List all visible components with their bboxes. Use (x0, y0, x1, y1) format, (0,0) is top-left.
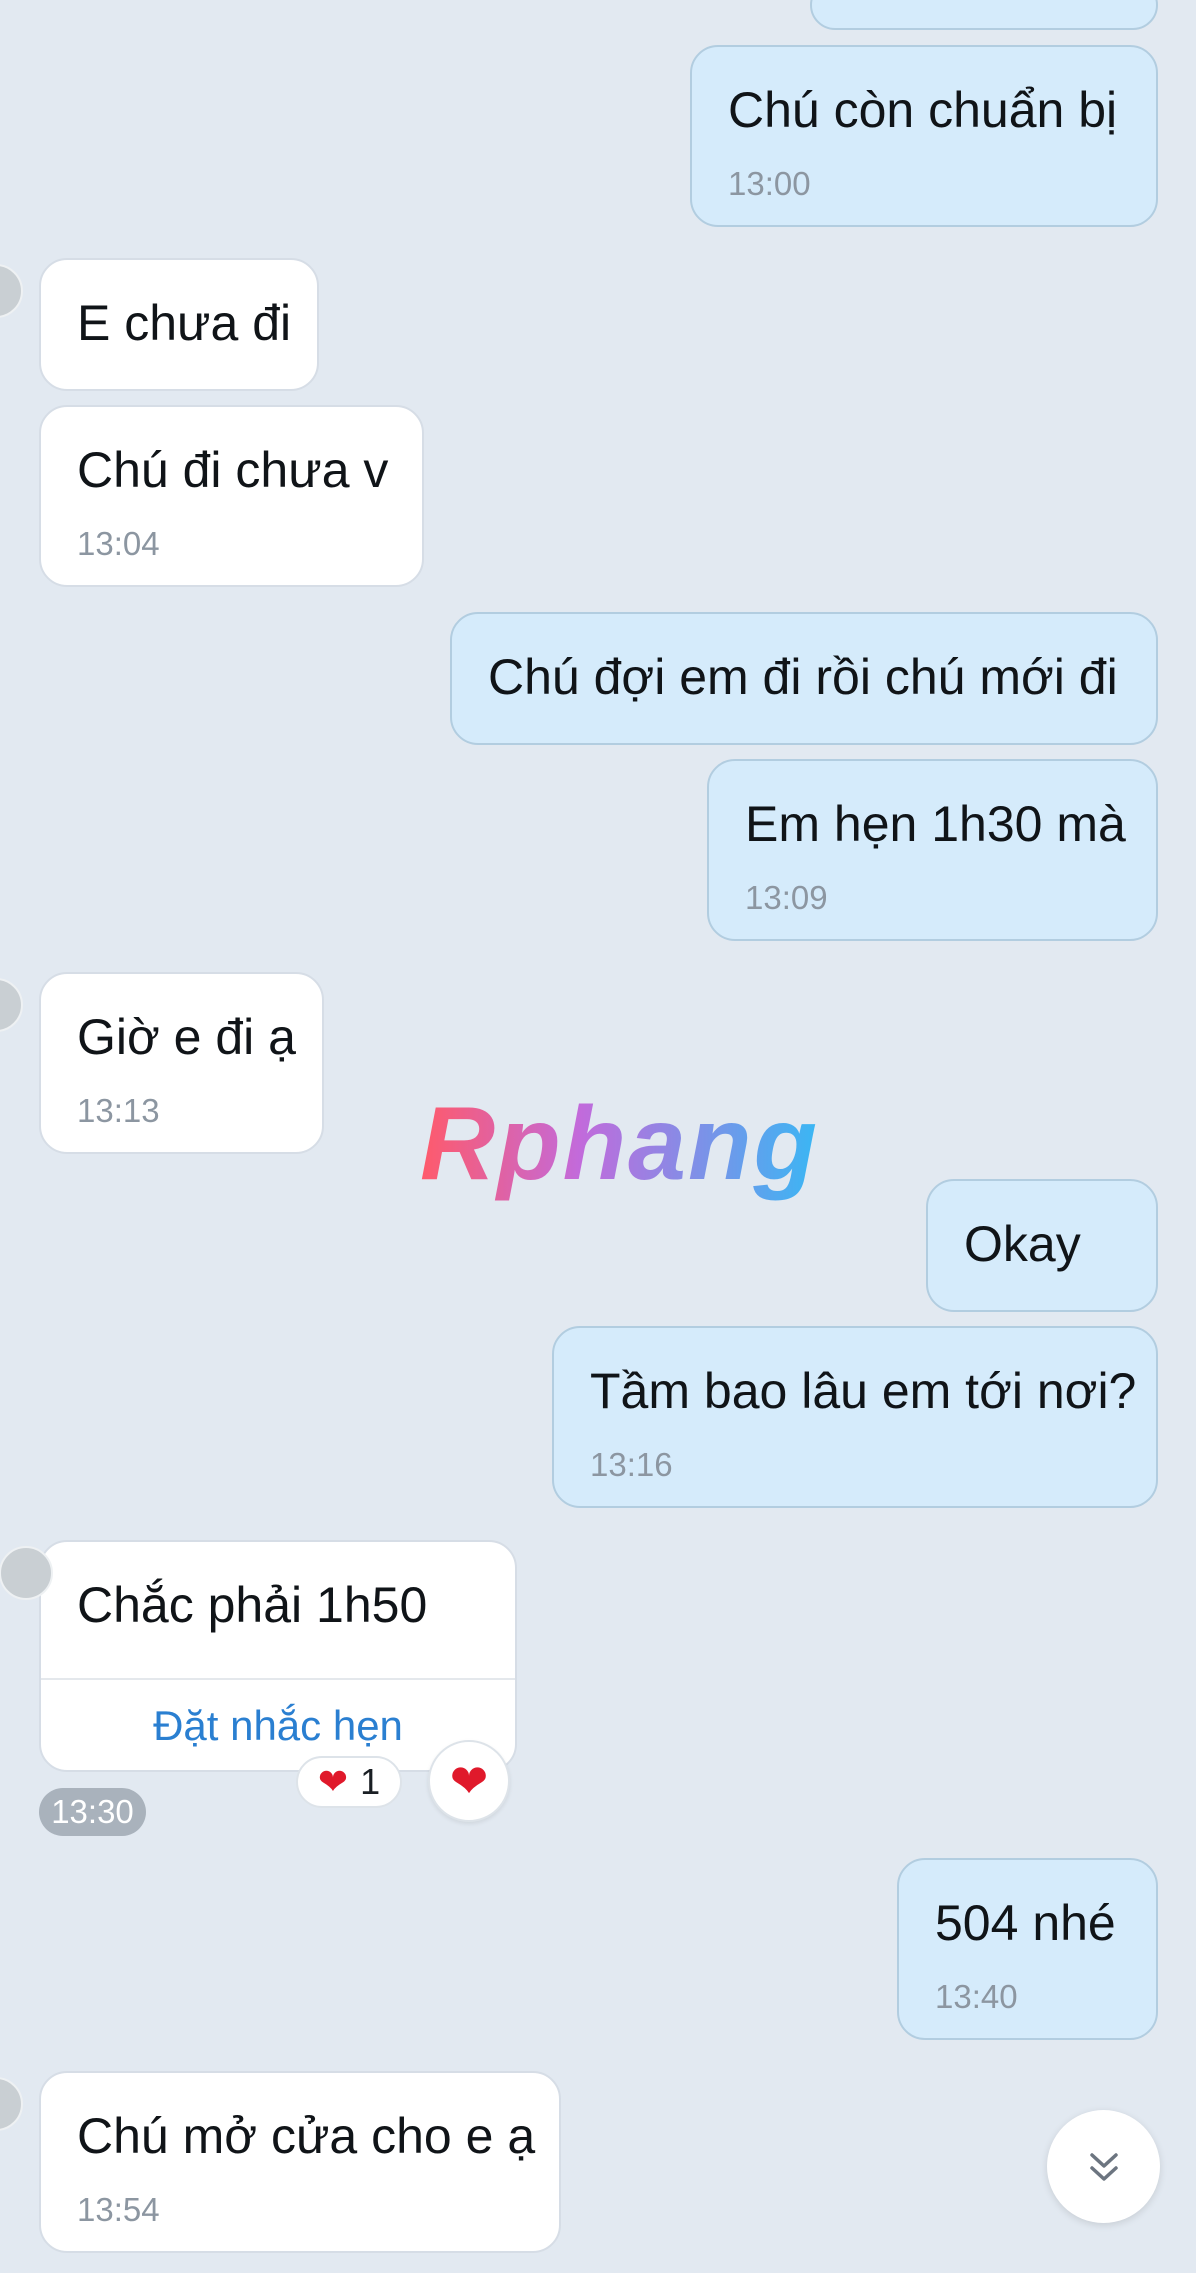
avatar[interactable] (0, 1546, 53, 1600)
message-text: Chắc phải 1h50 (77, 1577, 428, 1633)
message-text: Chú đợi em đi rồi chú mới đi (488, 649, 1118, 705)
message-text: Giờ e đi ạ (77, 1009, 296, 1065)
message-time-pill: 13:30 (39, 1788, 146, 1836)
message-time: 13:04 (77, 525, 160, 562)
message-bubble-received[interactable]: Chú mở cửa cho e ạ 13:54 (0, 2071, 561, 2253)
message-bubble-sent[interactable]: Okay (926, 1179, 1158, 1312)
message-text: Chú còn chuẩn bị (728, 82, 1118, 138)
avatar[interactable] (0, 978, 23, 1032)
message-time: 13:40 (935, 1978, 1018, 2015)
message-time: 13:09 (745, 879, 828, 916)
react-button[interactable]: ❤ (428, 1740, 510, 1822)
message-bubble-sent[interactable]: Em hẹn 1h30 mà 13:09 (707, 759, 1158, 941)
heart-icon: ❤ (317, 1761, 349, 1802)
message-bubble-sent[interactable]: Chú đợi em đi rồi chú mới đi (450, 612, 1158, 745)
scroll-to-bottom-button[interactable] (1047, 2110, 1160, 2223)
message-text: E chưa đi (77, 295, 292, 351)
message-text: Chú mở cửa cho e ạ (77, 2108, 536, 2164)
message-time: 13:13 (77, 1092, 160, 1129)
avatar[interactable] (0, 2077, 23, 2131)
message-bubble-received[interactable]: Chắc phải 1h50 Đặt nhắc hẹn (0, 1540, 517, 1772)
message-time: 13:16 (590, 1446, 673, 1483)
heart-icon: ❤ (449, 1755, 489, 1807)
message-text: Em hẹn 1h30 mà (745, 796, 1126, 852)
avatar[interactable] (0, 264, 23, 318)
message-time: 13:54 (77, 2191, 160, 2228)
message-bubble-sent-partial[interactable] (810, 0, 1158, 30)
double-chevron-down-icon (1089, 2152, 1118, 2181)
message-bubble-received[interactable]: Giờ e đi ạ 13:13 (0, 972, 324, 1154)
message-bubble-sent[interactable]: Chú còn chuẩn bị 13:00 (690, 45, 1158, 227)
message-text: Tầm bao lâu em tới nơi? (590, 1363, 1137, 1419)
divider (41, 1678, 515, 1680)
message-text: Chú đi chưa v (77, 442, 389, 498)
message-bubble-received[interactable]: Chú đi chưa v 13:04 (39, 405, 424, 587)
set-reminder-button[interactable]: Đặt nhắc hẹn (41, 1702, 515, 1750)
message-text: 504 nhé (935, 1895, 1116, 1951)
message-bubble-sent[interactable]: Tầm bao lâu em tới nơi? 13:16 (552, 1326, 1158, 1508)
message-bubble-received[interactable]: E chưa đi (0, 258, 319, 391)
reaction-count-badge[interactable]: ❤ 1 (296, 1756, 402, 1808)
watermark-logo: Rphang (420, 1086, 820, 1202)
message-text: Okay (964, 1216, 1081, 1272)
reaction-count: 1 (360, 1761, 381, 1802)
message-bubble-sent[interactable]: 504 nhé 13:40 (897, 1858, 1158, 2040)
message-time: 13:00 (728, 165, 811, 202)
